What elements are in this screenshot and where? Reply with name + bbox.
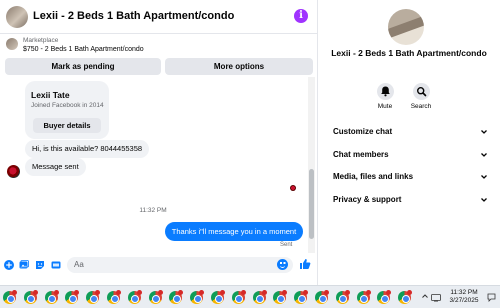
listing-photo[interactable] bbox=[388, 9, 424, 45]
gif-icon[interactable] bbox=[51, 260, 61, 270]
clock-time: 11:32 PM bbox=[450, 289, 478, 296]
notification-badge bbox=[261, 290, 267, 295]
notification-badge bbox=[178, 290, 184, 295]
chat-pane: Lexii - 2 Beds 1 Bath Apartment/condo i … bbox=[0, 0, 318, 285]
buyer-joined: Joined Facebook in 2014 bbox=[31, 102, 104, 109]
taskbar: 11:32 PM 3/27/2025 bbox=[0, 285, 500, 308]
message-timestamp: 11:32 PM bbox=[139, 207, 167, 214]
chevron-down-icon bbox=[481, 153, 487, 157]
emoji-icon[interactable] bbox=[277, 259, 288, 270]
search-label: Search bbox=[410, 103, 432, 110]
photo-icon[interactable] bbox=[19, 260, 29, 270]
message-list: Lexii Tate Joined Facebook in 2014 Buyer… bbox=[0, 77, 318, 253]
message-bubble[interactable]: Hi, is this available? 8044455358 bbox=[25, 140, 150, 158]
read-receipt-avatar bbox=[290, 185, 296, 191]
scrollbar[interactable] bbox=[308, 77, 315, 253]
section-label: Customize chat bbox=[333, 127, 393, 136]
search-button[interactable]: Search bbox=[406, 83, 436, 110]
notification-badge bbox=[12, 290, 17, 295]
more-options-button[interactable]: More options bbox=[165, 58, 313, 75]
buyer-details-button[interactable]: Buyer details bbox=[33, 118, 101, 133]
notification-badge bbox=[344, 290, 350, 295]
section-customize-chat[interactable]: Customize chat bbox=[333, 125, 493, 139]
chevron-down-icon bbox=[481, 175, 487, 179]
buyer-card: Lexii Tate Joined Facebook in 2014 Buyer… bbox=[25, 81, 109, 139]
listing-summary: $750 - 2 Beds 1 Bath Apartment/condo bbox=[23, 46, 144, 53]
notification-badge bbox=[199, 290, 205, 295]
notification-badge bbox=[116, 290, 121, 295]
system-clock[interactable]: 11:32 PM 3/27/2025 bbox=[445, 289, 483, 305]
notification-badge bbox=[136, 290, 142, 295]
message-composer: Aa bbox=[0, 254, 318, 276]
notification-badge bbox=[407, 290, 413, 295]
notification-badge bbox=[303, 290, 309, 295]
chat-header: Lexii - 2 Beds 1 Bath Apartment/condo i bbox=[0, 0, 318, 34]
section-media-files-links[interactable]: Media, files and links bbox=[333, 170, 493, 184]
info-title: Lexii - 2 Beds 1 Bath Apartment/condo bbox=[331, 48, 487, 58]
notification-badge bbox=[365, 290, 371, 295]
notification-badge bbox=[220, 290, 225, 295]
clock-date: 3/27/2025 bbox=[449, 297, 479, 304]
message-input-placeholder: Aa bbox=[74, 260, 84, 269]
notification-badge bbox=[386, 290, 392, 295]
scrollbar-thumb[interactable] bbox=[309, 169, 314, 239]
conversation-info-pane: Lexii - 2 Beds 1 Bath Apartment/condo Mu… bbox=[319, 0, 500, 285]
notification-badge bbox=[95, 290, 101, 295]
notification-badge bbox=[157, 290, 163, 295]
notification-badge bbox=[240, 290, 246, 295]
chevron-down-icon bbox=[481, 130, 487, 134]
section-privacy-support[interactable]: Privacy & support bbox=[333, 193, 493, 207]
notification-badge bbox=[53, 290, 59, 295]
section-chat-members[interactable]: Chat members bbox=[333, 148, 493, 162]
marketplace-listing[interactable]: Marketplace $750 - 2 Beds 1 Bath Apartme… bbox=[0, 34, 318, 57]
buyer-name: Lexii Tate bbox=[31, 90, 70, 100]
notification-badge bbox=[32, 290, 38, 295]
chat-title[interactable]: Lexii - 2 Beds 1 Bath Apartment/condo bbox=[33, 10, 234, 22]
listing-avatar[interactable] bbox=[6, 6, 28, 28]
search-icon bbox=[412, 83, 430, 100]
message-bubble[interactable]: Message sent bbox=[25, 158, 86, 176]
message-input[interactable]: Aa bbox=[67, 257, 293, 273]
chevron-down-icon bbox=[481, 198, 487, 202]
bell-icon bbox=[376, 83, 394, 100]
delivery-status: Sent bbox=[280, 242, 293, 248]
notification-badge bbox=[324, 290, 329, 295]
section-label: Media, files and links bbox=[333, 172, 414, 181]
section-label: Chat members bbox=[333, 150, 389, 159]
section-label: Privacy & support bbox=[333, 195, 402, 204]
network-icon[interactable] bbox=[431, 294, 441, 302]
plus-icon[interactable] bbox=[4, 260, 14, 270]
thumbs-up-icon[interactable] bbox=[299, 258, 311, 270]
sender-avatar[interactable] bbox=[7, 165, 20, 178]
sticker-icon[interactable] bbox=[35, 260, 45, 270]
marketplace-label: Marketplace bbox=[23, 37, 59, 44]
notification-badge bbox=[282, 290, 288, 295]
notification-badge bbox=[74, 290, 80, 295]
listing-thumbnail bbox=[6, 38, 18, 50]
mute-button[interactable]: Mute bbox=[370, 83, 400, 110]
mute-label: Mute bbox=[377, 103, 393, 110]
info-icon[interactable]: i bbox=[294, 9, 308, 23]
notification-icon[interactable] bbox=[487, 293, 496, 302]
outgoing-message-bubble[interactable]: Thanks i"ll message you in a moment bbox=[165, 222, 303, 241]
chevron-up-icon[interactable] bbox=[421, 292, 429, 300]
mark-as-pending-button[interactable]: Mark as pending bbox=[5, 58, 161, 75]
